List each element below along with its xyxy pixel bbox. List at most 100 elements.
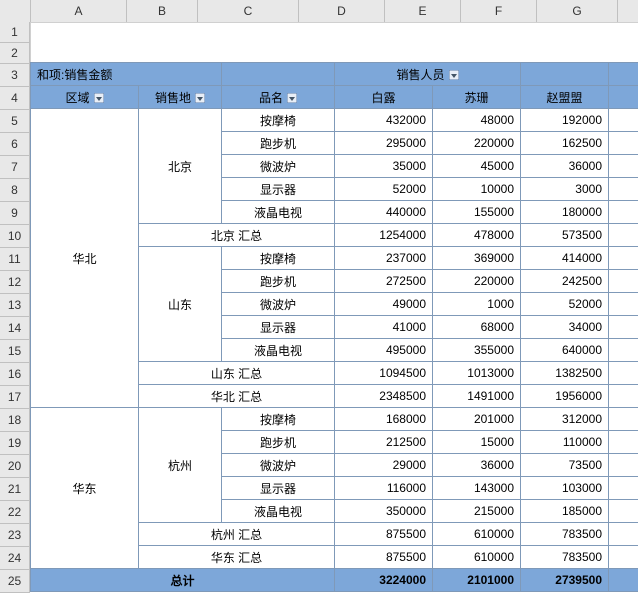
subtotal-total-cell[interactable]: 3490000 bbox=[609, 362, 638, 385]
value-cell[interactable]: 180000 bbox=[521, 201, 609, 224]
region-cell[interactable]: 华东 bbox=[31, 408, 139, 569]
subtotal-cell[interactable]: 1254000 bbox=[335, 224, 433, 247]
subtotal-total-cell[interactable]: 2305500 bbox=[609, 224, 638, 247]
product-cell[interactable]: 微波炉 bbox=[222, 155, 335, 178]
subtotal-cell[interactable]: 1491000 bbox=[433, 385, 521, 408]
row-total-cell[interactable]: 677500 bbox=[609, 132, 638, 155]
product-cell[interactable]: 液晶电视 bbox=[222, 339, 335, 362]
subtotal-cell[interactable]: 875500 bbox=[335, 546, 433, 569]
city-subtotal-label[interactable]: 北京 汇总 bbox=[139, 224, 335, 247]
value-cell[interactable]: 162500 bbox=[521, 132, 609, 155]
city-cell[interactable]: 杭州 bbox=[139, 408, 222, 523]
value-cell[interactable]: 215000 bbox=[433, 500, 521, 523]
row-header-11[interactable]: 11 bbox=[0, 248, 30, 271]
row-total-cell[interactable]: 337500 bbox=[609, 431, 638, 454]
grand-total-column[interactable]: 总计 bbox=[609, 86, 638, 109]
subtotal-cell[interactable]: 783500 bbox=[521, 523, 609, 546]
subtotal-cell[interactable]: 1382500 bbox=[521, 362, 609, 385]
subtotal-cell[interactable]: 610000 bbox=[433, 523, 521, 546]
row-total-cell[interactable]: 775000 bbox=[609, 201, 638, 224]
product-cell[interactable]: 液晶电视 bbox=[222, 500, 335, 523]
row-header-18[interactable]: 18 bbox=[0, 409, 30, 432]
column-header-D[interactable]: D bbox=[299, 0, 385, 22]
value-cell[interactable]: 35000 bbox=[335, 155, 433, 178]
value-cell[interactable]: 414000 bbox=[521, 247, 609, 270]
value-cell[interactable]: 103000 bbox=[521, 477, 609, 500]
value-cell[interactable]: 41000 bbox=[335, 316, 433, 339]
column-header-F[interactable]: F bbox=[461, 0, 537, 22]
column-header-A[interactable]: A bbox=[31, 0, 127, 22]
row-total-cell[interactable]: 681000 bbox=[609, 408, 638, 431]
value-cell[interactable]: 49000 bbox=[335, 293, 433, 316]
product-cell[interactable]: 显示器 bbox=[222, 178, 335, 201]
row-total-cell[interactable]: 1490000 bbox=[609, 339, 638, 362]
value-cell[interactable]: 220000 bbox=[433, 132, 521, 155]
row-total-cell[interactable]: 65000 bbox=[609, 178, 638, 201]
row-header-6[interactable]: 6 bbox=[0, 133, 30, 156]
value-cell[interactable]: 45000 bbox=[433, 155, 521, 178]
value-cell[interactable]: 36000 bbox=[521, 155, 609, 178]
city-subtotal-label[interactable]: 杭州 汇总 bbox=[139, 523, 335, 546]
value-cell[interactable]: 185000 bbox=[521, 500, 609, 523]
select-all-corner[interactable] bbox=[0, 0, 31, 22]
row-header-8[interactable]: 8 bbox=[0, 179, 30, 202]
value-cell[interactable]: 68000 bbox=[433, 316, 521, 339]
value-cell[interactable]: 34000 bbox=[521, 316, 609, 339]
row-header-2[interactable]: 2 bbox=[0, 43, 30, 64]
value-cell[interactable]: 369000 bbox=[433, 247, 521, 270]
value-cell[interactable]: 201000 bbox=[433, 408, 521, 431]
value-cell[interactable]: 220000 bbox=[433, 270, 521, 293]
value-cell[interactable]: 312000 bbox=[521, 408, 609, 431]
value-cell[interactable]: 640000 bbox=[521, 339, 609, 362]
column-header-G[interactable]: G bbox=[537, 0, 618, 22]
row-field-city[interactable]: 销售地 bbox=[139, 86, 222, 109]
row-header-23[interactable]: 23 bbox=[0, 524, 30, 547]
product-cell[interactable]: 跑步机 bbox=[222, 270, 335, 293]
product-cell[interactable]: 按摩椅 bbox=[222, 109, 335, 132]
product-cell[interactable]: 显示器 bbox=[222, 316, 335, 339]
row-header-19[interactable]: 19 bbox=[0, 432, 30, 455]
subtotal-cell[interactable]: 1013000 bbox=[433, 362, 521, 385]
row-header-16[interactable]: 16 bbox=[0, 363, 30, 386]
value-cell[interactable]: 29000 bbox=[335, 454, 433, 477]
row-header-15[interactable]: 15 bbox=[0, 340, 30, 363]
dropdown-icon[interactable] bbox=[287, 93, 297, 103]
column-header-B[interactable]: B bbox=[127, 0, 198, 22]
value-cell[interactable]: 440000 bbox=[335, 201, 433, 224]
value-cell[interactable]: 116000 bbox=[335, 477, 433, 500]
row-header-7[interactable]: 7 bbox=[0, 156, 30, 179]
product-cell[interactable]: 按摩椅 bbox=[222, 247, 335, 270]
value-cell[interactable]: 432000 bbox=[335, 109, 433, 132]
row-header-14[interactable]: 14 bbox=[0, 317, 30, 340]
row-header-22[interactable]: 22 bbox=[0, 501, 30, 524]
row-total-cell[interactable]: 735000 bbox=[609, 270, 638, 293]
row-header-4[interactable]: 4 bbox=[0, 87, 30, 110]
value-cell[interactable]: 168000 bbox=[335, 408, 433, 431]
subtotal-cell[interactable]: 875500 bbox=[335, 523, 433, 546]
row-total-cell[interactable]: 102000 bbox=[609, 293, 638, 316]
dropdown-icon[interactable] bbox=[94, 93, 104, 103]
row-header-9[interactable]: 9 bbox=[0, 202, 30, 225]
salesperson-0[interactable]: 白露 bbox=[335, 86, 433, 109]
dropdown-icon[interactable] bbox=[449, 70, 459, 80]
city-cell[interactable]: 山东 bbox=[139, 247, 222, 362]
salesperson-1[interactable]: 苏珊 bbox=[433, 86, 521, 109]
row-total-cell[interactable]: 1020000 bbox=[609, 247, 638, 270]
row-header-21[interactable]: 21 bbox=[0, 478, 30, 501]
row-header-12[interactable]: 12 bbox=[0, 271, 30, 294]
subtotal-total-cell[interactable]: 2269000 bbox=[609, 546, 638, 569]
value-cell[interactable]: 143000 bbox=[433, 477, 521, 500]
value-cell[interactable]: 73500 bbox=[521, 454, 609, 477]
row-field-region[interactable]: 区域 bbox=[31, 86, 139, 109]
column-header-E[interactable]: E bbox=[385, 0, 461, 22]
region-cell[interactable]: 华北 bbox=[31, 109, 139, 408]
row-total-cell[interactable]: 143000 bbox=[609, 316, 638, 339]
value-cell[interactable]: 355000 bbox=[433, 339, 521, 362]
row-total-cell[interactable]: 116000 bbox=[609, 155, 638, 178]
subtotal-cell[interactable]: 573500 bbox=[521, 224, 609, 247]
subtotal-cell[interactable]: 783500 bbox=[521, 546, 609, 569]
value-cell[interactable]: 52000 bbox=[335, 178, 433, 201]
grand-total-cell[interactable]: 2101000 bbox=[433, 569, 521, 592]
value-cell[interactable]: 295000 bbox=[335, 132, 433, 155]
row-total-cell[interactable]: 672000 bbox=[609, 109, 638, 132]
